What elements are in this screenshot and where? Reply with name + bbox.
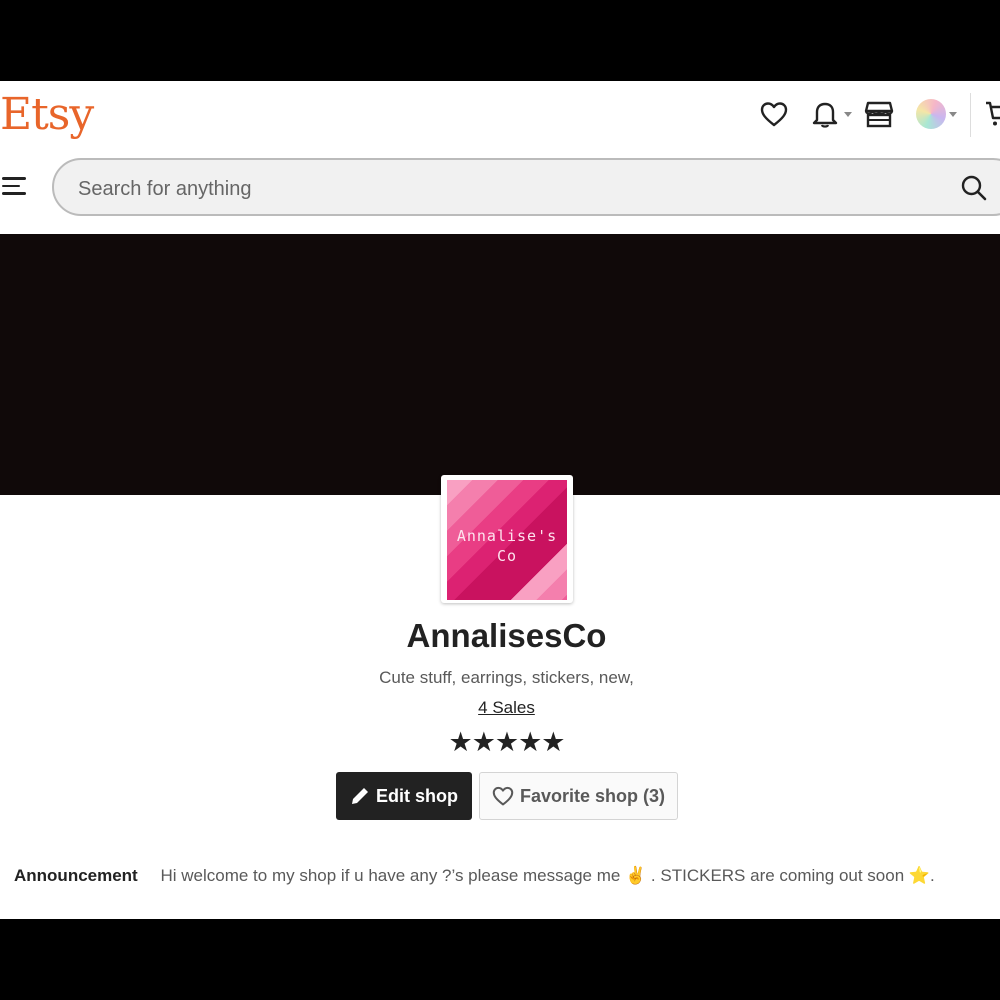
shop-manager-button[interactable] [862, 97, 896, 131]
menu-icon[interactable] [2, 177, 26, 195]
favorite-shop-button[interactable]: Favorite shop (3) [479, 772, 678, 820]
search-input[interactable] [76, 174, 900, 204]
cart-button[interactable] [982, 97, 1000, 131]
edit-shop-label: Edit shop [376, 785, 458, 806]
search-icon[interactable] [960, 174, 988, 202]
favorites-button[interactable] [757, 97, 791, 131]
announcement-label: Announcement [14, 866, 138, 885]
bell-icon [812, 102, 838, 128]
heart-icon [492, 786, 514, 806]
etsy-logo[interactable]: Etsy [0, 89, 94, 140]
announcement: Announcement Hi welcome to my shop if u … [14, 866, 935, 886]
shop-banner [0, 234, 1000, 495]
favorite-shop-label: Favorite shop (3) [519, 785, 666, 806]
shop-icon [864, 101, 894, 128]
shop-tagline: Cute stuff, earrings, stickers, new, [379, 668, 634, 687]
chevron-down-icon [949, 112, 957, 117]
header-divider [970, 93, 971, 137]
pencil-icon [352, 788, 368, 804]
account-button[interactable] [914, 97, 957, 131]
search-bar [52, 158, 1000, 216]
star-rating: ★★★★★ [448, 727, 565, 757]
cart-icon [986, 101, 1000, 126]
chevron-down-icon [844, 112, 852, 117]
sales-link[interactable]: 4 Sales [478, 698, 535, 717]
shop-name: AnnalisesCo [406, 617, 607, 654]
shop-logo[interactable]: Annalise's Co [441, 475, 573, 603]
notifications-button[interactable] [808, 97, 852, 131]
shop-sales: 4 Sales [0, 698, 1000, 718]
avatar [916, 99, 946, 129]
shop-logo-text: Annalise's Co [456, 527, 558, 565]
shop-logo-image: Annalise's Co [447, 480, 567, 600]
heart-icon [760, 102, 788, 127]
etsy-page: Etsy Search for anything Annalise's Co A… [0, 81, 1000, 919]
edit-shop-button[interactable]: Edit shop [336, 772, 472, 820]
announcement-text: Hi welcome to my shop if u have any ?’s … [160, 866, 935, 885]
